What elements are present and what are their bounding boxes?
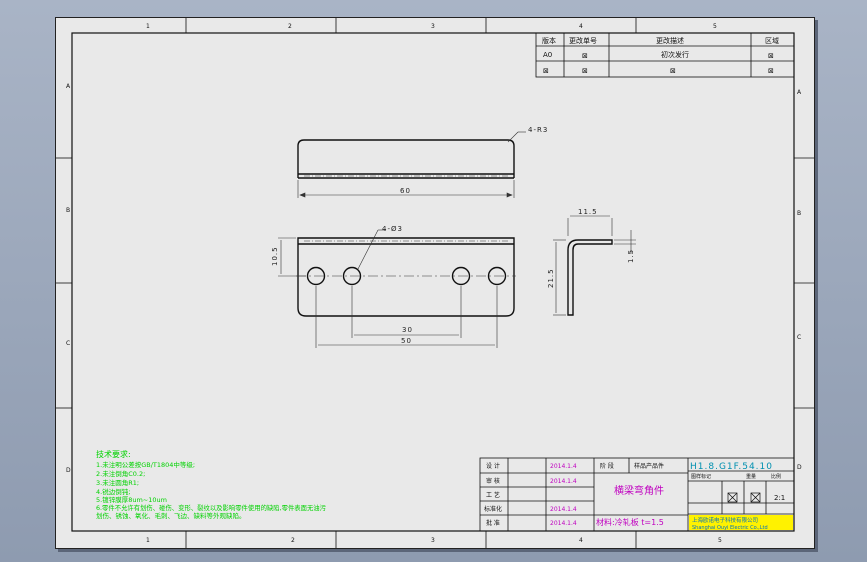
- zone-left-d: D: [66, 467, 71, 474]
- tb-mini-mark: 图样标记: [691, 473, 711, 480]
- tb-date-design: 2014.1.4: [550, 463, 577, 470]
- inner-frame: [71, 32, 795, 532]
- rev-header-description: 更改描述: [656, 36, 684, 45]
- dim-side-width: 11.5: [578, 208, 598, 216]
- tb-mini-weight: 重量: [746, 473, 756, 480]
- tb-label-design: 设 计: [486, 462, 500, 470]
- tech-line-3: 3.未注圆角R1;: [96, 478, 139, 487]
- rev-row2-change-no: ⊠: [582, 67, 588, 75]
- zone-right-c: C: [797, 334, 801, 341]
- tb-company-en: Shanghai Ouyi Electric Co.,Ltd: [692, 525, 768, 531]
- dim-holes: 4-Ø3: [382, 225, 403, 233]
- top-view: [297, 139, 515, 179]
- front-view: [297, 237, 515, 317]
- side-view: [567, 239, 613, 316]
- rev-row2-version: ⊠: [543, 67, 549, 75]
- tb-drawing-number: H1.8.G1F.54.10: [690, 462, 773, 472]
- tb-part-name: 横梁弯角件: [614, 484, 664, 497]
- tb-date-approve: 2014.1.4: [550, 520, 577, 527]
- tech-line-1: 1.未注明公差按GB/T1804中等级;: [96, 460, 195, 469]
- zone-left-b: B: [66, 207, 70, 214]
- tb-date-review: 2014.1.4: [550, 478, 577, 485]
- zone-top-2: 2: [288, 23, 292, 30]
- zone-bottom-5: 5: [718, 537, 722, 544]
- tech-line-5: 5.镀锌膜厚8um~10um: [96, 495, 167, 504]
- zone-left-a: A: [66, 83, 71, 90]
- dim-side-thickness: 1.5: [627, 249, 635, 263]
- dim-hole-spacing-inner: 30: [402, 326, 413, 334]
- zone-bottom-3: 3: [431, 537, 435, 544]
- tb-date-standard: 2014.1.4: [550, 506, 577, 513]
- tech-line-2: 2.未注倒角C0.2;: [96, 469, 145, 478]
- zone-top-3: 3: [431, 23, 435, 30]
- rev-row1-zone: ⊠: [768, 52, 774, 60]
- rev-row2-description: ⊠: [670, 67, 676, 75]
- tech-line-6: 6.零件不允许有划伤、碰伤、变形、裂纹以及影响零件使用的缺陷,零件表面无油污: [96, 503, 326, 512]
- drawing-sheet: 1 2 3 4 5 1 2 3 4 5 A B C D A B C D 版本 更…: [55, 17, 815, 549]
- tech-line-7: 划伤、锈蚀、氧化、毛刺、飞边、缺料等外观缺陷。: [96, 511, 246, 520]
- zone-top-1: 1: [146, 23, 150, 30]
- tb-stage-label: 阶 段: [600, 462, 614, 470]
- tb-label-approve: 批 准: [486, 519, 500, 527]
- dim-top-radius: 4-R3: [528, 126, 548, 134]
- dim-side-height: 21.5: [547, 268, 555, 288]
- zone-right-a: A: [797, 89, 802, 96]
- zone-top-5: 5: [713, 23, 717, 30]
- tb-mini-scale: 比例: [771, 473, 781, 480]
- rev-row1-version: A0: [543, 51, 552, 59]
- zone-right-d: D: [797, 464, 802, 471]
- rev-row1-description: 初次发行: [661, 50, 689, 59]
- tech-line-4: 4.锐边倒钝;: [96, 487, 130, 496]
- rev-row1-change-no: ⊠: [582, 52, 588, 60]
- tb-stage-value: 样品产品件: [634, 462, 664, 470]
- tech-requirements: 技术要求: 1.未注明公差按GB/T1804中等级; 2.未注倒角C0.2; 3…: [96, 449, 326, 520]
- rev-row2-zone: ⊠: [768, 67, 774, 75]
- tech-title: 技术要求:: [96, 449, 131, 459]
- zone-bottom-1: 1: [146, 537, 150, 544]
- zone-top-4: 4: [579, 23, 583, 30]
- tb-label-standard: 标准化: [484, 505, 502, 513]
- rev-header-version: 版本: [542, 36, 556, 45]
- dim-hole-spacing-outer: 50: [401, 337, 412, 345]
- tb-label-process: 工 艺: [486, 491, 500, 499]
- zone-bottom-2: 2: [291, 537, 295, 544]
- tb-company-cn: 上海欧诺电子科技有限公司: [692, 516, 758, 524]
- tb-label-review: 审 核: [486, 477, 500, 485]
- rev-header-zone: 区域: [765, 36, 779, 45]
- tb-scale: 2:1: [774, 494, 785, 502]
- dim-front-height: 10.5: [271, 246, 279, 266]
- drawing-canvas: 1 2 3 4 5 1 2 3 4 5 A B C D A B C D 版本 更…: [56, 18, 814, 548]
- dim-top-width: 60: [400, 187, 411, 195]
- zone-left-c: C: [66, 340, 70, 347]
- zone-right-b: B: [797, 210, 801, 217]
- zone-bottom-4: 4: [579, 537, 583, 544]
- tb-material: 材料:冷轧板 t=1.5: [596, 517, 664, 527]
- rev-header-change-no: 更改单号: [569, 36, 597, 45]
